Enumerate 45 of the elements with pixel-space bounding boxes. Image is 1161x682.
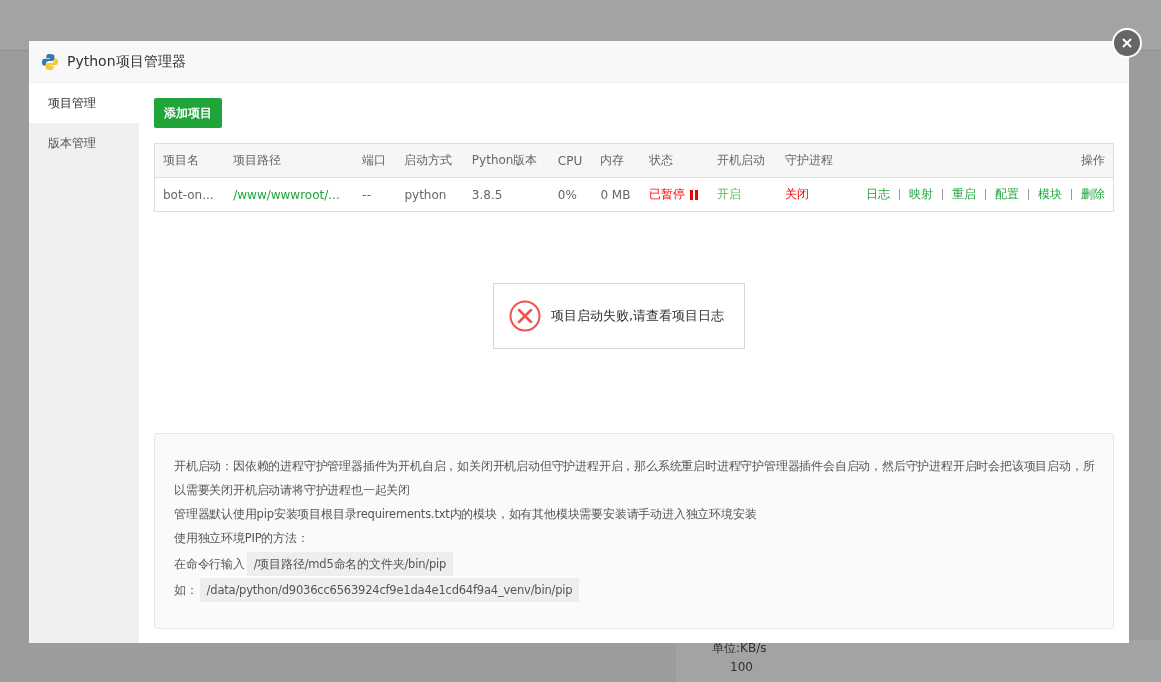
action-link[interactable]: 配置 [995, 187, 1019, 201]
help-text: 如： [174, 582, 198, 599]
column-header: 操作 [844, 143, 1114, 178]
table-cell: python [396, 177, 464, 212]
unit-label: 单位:KB/s [712, 640, 767, 657]
help-text: 开机启动：因依赖的进程守护管理器插件为开机自启，如关闭开机启动但守护进程开启，那么系统重启时进程守护管理器插件会自启动，然后守护进程开启时会把该项目启动，所以需要关闭开机启动请将守护进程也一起关闭 [174, 458, 1096, 499]
sidebar-item[interactable]: 项目管理 [29, 83, 139, 123]
sidebar-item[interactable]: 版本管理 [29, 123, 139, 163]
column-header: 启动方式 [396, 143, 464, 178]
column-header: 项目路径 [225, 143, 355, 178]
code-snippet: /项目路径/md5命名的文件夹/bin/pip [246, 552, 454, 576]
help-text: 在命令行输入 [174, 556, 245, 573]
status-toggle[interactable]: 已暂停 [648, 186, 698, 203]
column-header: 守护进程 [776, 143, 845, 178]
toast-message: 项目启动失败,请查看项目日志 [550, 307, 725, 325]
table-cell: bot-on... [154, 177, 226, 212]
table-cell: 0% [549, 177, 593, 212]
action-link[interactable]: 删除 [1081, 187, 1105, 201]
column-header: 内存 [592, 143, 641, 178]
column-header: 状态 [640, 143, 710, 178]
table-cell: 3.8.5 [463, 177, 550, 212]
action-link[interactable]: 重启 [952, 187, 976, 201]
daemon-toggle[interactable]: 关闭 [784, 187, 809, 201]
column-header: 项目名 [154, 143, 226, 178]
close-icon [1121, 37, 1133, 49]
action-link[interactable]: 模块 [1038, 187, 1062, 201]
action-link[interactable]: 映射 [909, 187, 933, 201]
python-logo-icon [41, 52, 59, 71]
path-link[interactable]: /www/wwwroot/... [233, 187, 340, 202]
add-project-button[interactable]: 添加项目 [154, 98, 222, 128]
table-cell: -- [354, 177, 397, 212]
column-header: 开机启动 [709, 143, 777, 178]
axis-value: 100 [730, 660, 753, 674]
action-link[interactable]: 日志 [866, 187, 890, 201]
window-title: Python项目管理器 [67, 52, 186, 71]
column-header: CPU [549, 143, 593, 178]
column-header: Python版本 [463, 143, 550, 178]
error-icon [508, 300, 541, 332]
pause-icon [689, 189, 698, 200]
help-text: 使用独立环境PIP的方法： [174, 530, 310, 547]
column-header: 端口 [354, 143, 397, 178]
help-text: 管理器默认使用pip安装项目根目录requirements.txt内的模块，如有其他模块需要安装请手动进入独立环境安装 [174, 506, 758, 523]
code-snippet: /data/python/d9036cc6563924cf9e1da4e1cd64f9a4_venv/bin/pip [199, 578, 580, 602]
table-cell: 0 MB [592, 177, 641, 212]
autostart-toggle[interactable]: 开启 [717, 187, 742, 201]
